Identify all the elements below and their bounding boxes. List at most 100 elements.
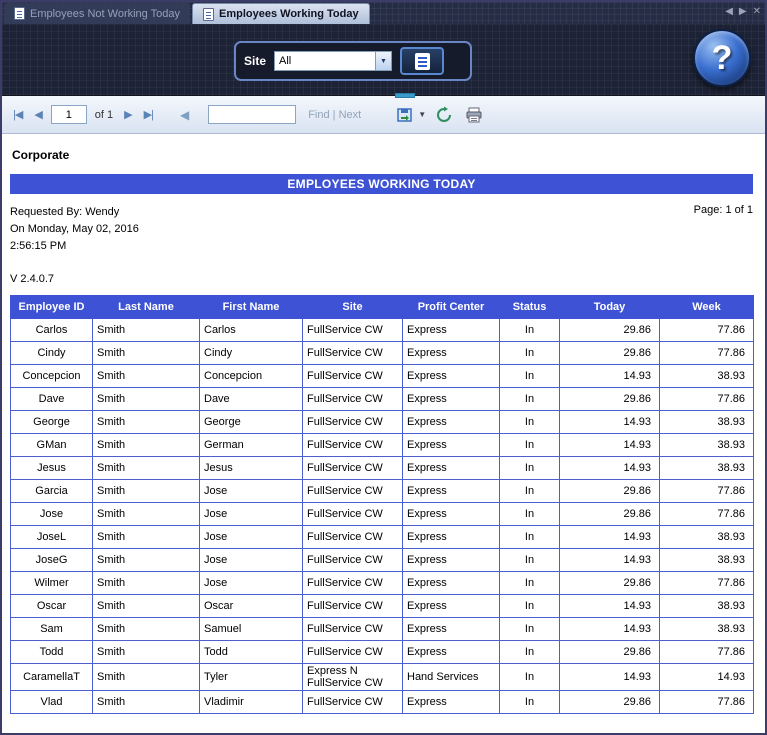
table-cell: 14.93 bbox=[560, 411, 660, 434]
table-cell: 38.93 bbox=[660, 434, 754, 457]
table-cell: FullService CW bbox=[303, 319, 403, 342]
table-cell: Express bbox=[403, 434, 500, 457]
export-icon[interactable] bbox=[393, 103, 417, 127]
table-cell: Smith bbox=[93, 595, 200, 618]
table-cell: In bbox=[500, 365, 560, 388]
table-cell: Smith bbox=[93, 411, 200, 434]
table-cell: In bbox=[500, 691, 560, 714]
table-cell: 14.93 bbox=[560, 595, 660, 618]
table-cell: Express bbox=[403, 595, 500, 618]
table-cell: Carlos bbox=[200, 319, 303, 342]
view-report-button[interactable] bbox=[400, 47, 444, 75]
table-cell: 29.86 bbox=[560, 388, 660, 411]
table-cell: Jesus bbox=[11, 457, 93, 480]
table-cell: Express bbox=[403, 526, 500, 549]
close-icon[interactable]: ✕ bbox=[753, 6, 761, 17]
table-column-header: Employee ID bbox=[11, 296, 93, 319]
table-cell: George bbox=[11, 411, 93, 434]
table-cell: Hand Services bbox=[403, 664, 500, 691]
page-number-input[interactable] bbox=[51, 105, 87, 124]
table-cell: 38.93 bbox=[660, 526, 754, 549]
tab-employees-working[interactable]: Employees Working Today bbox=[192, 3, 370, 24]
table-cell: Smith bbox=[93, 691, 200, 714]
report-meta: Requested By: Wendy On Monday, May 02, 2… bbox=[10, 204, 753, 255]
table-cell: 29.86 bbox=[560, 641, 660, 664]
table-cell: 77.86 bbox=[660, 691, 754, 714]
table-cell: Cindy bbox=[200, 342, 303, 365]
table-cell: Express bbox=[403, 549, 500, 572]
table-cell: Smith bbox=[93, 319, 200, 342]
report-meta-left: Requested By: Wendy On Monday, May 02, 2… bbox=[10, 204, 139, 255]
refresh-icon[interactable] bbox=[432, 103, 456, 127]
table-cell: Tyler bbox=[200, 664, 303, 691]
export-dropdown-caret-icon[interactable]: ▼ bbox=[418, 110, 426, 119]
table-column-header: Last Name bbox=[93, 296, 200, 319]
table-cell: Express NFullService CW bbox=[303, 664, 403, 691]
table-cell: 77.86 bbox=[660, 319, 754, 342]
table-cell: Jose bbox=[200, 503, 303, 526]
help-button[interactable]: ? bbox=[693, 29, 751, 87]
report-run-icon bbox=[415, 53, 430, 70]
table-cell: In bbox=[500, 388, 560, 411]
table-cell: Express bbox=[403, 319, 500, 342]
table-cell: FullService CW bbox=[303, 526, 403, 549]
table-row: DaveSmithDaveFullService CWExpressIn29.8… bbox=[11, 388, 754, 411]
table-cell: Jose bbox=[200, 480, 303, 503]
table-cell: Express bbox=[403, 641, 500, 664]
window-controls: ◀ ▶ ✕ bbox=[725, 6, 761, 17]
page-info: Page: 1 of 1 bbox=[694, 204, 753, 255]
table-cell: In bbox=[500, 411, 560, 434]
print-icon[interactable] bbox=[462, 103, 486, 127]
table-cell: Jesus bbox=[200, 457, 303, 480]
table-cell: Jose bbox=[200, 572, 303, 595]
last-page-button[interactable]: ▶| bbox=[141, 106, 156, 123]
table-column-header: Status bbox=[500, 296, 560, 319]
table-row: CindySmithCindyFullService CWExpressIn29… bbox=[11, 342, 754, 365]
table-column-header: First Name bbox=[200, 296, 303, 319]
scroll-tabs-right-icon[interactable]: ▶ bbox=[739, 6, 747, 17]
table-cell: 38.93 bbox=[660, 549, 754, 572]
table-cell: Smith bbox=[93, 434, 200, 457]
table-cell: Smith bbox=[93, 388, 200, 411]
chevron-down-icon: ▼ bbox=[375, 52, 391, 70]
first-page-button[interactable]: |◀ bbox=[10, 106, 25, 123]
table-cell: Cindy bbox=[11, 342, 93, 365]
report-viewer-toolbar: |◀ ◀ of 1 ▶ ▶| ◀ Find | Next ▼ bbox=[2, 96, 765, 134]
requested-by-line: Requested By: Wendy bbox=[10, 204, 139, 221]
table-cell: In bbox=[500, 664, 560, 691]
find-link[interactable]: Find bbox=[308, 109, 329, 121]
table-cell: In bbox=[500, 480, 560, 503]
table-row: JoseSmithJoseFullService CWExpressIn29.8… bbox=[11, 503, 754, 526]
back-to-parent-button[interactable]: ◀ bbox=[180, 108, 188, 122]
table-column-header: Week bbox=[660, 296, 754, 319]
table-cell: Vlad bbox=[11, 691, 93, 714]
table-cell: German bbox=[200, 434, 303, 457]
table-cell: Vladimir bbox=[200, 691, 303, 714]
table-cell: FullService CW bbox=[303, 572, 403, 595]
table-row: ToddSmithToddFullService CWExpressIn29.8… bbox=[11, 641, 754, 664]
table-cell: Smith bbox=[93, 503, 200, 526]
table-cell: In bbox=[500, 641, 560, 664]
table-cell: FullService CW bbox=[303, 641, 403, 664]
table-header-row: Employee IDLast NameFirst NameSiteProfit… bbox=[11, 296, 754, 319]
tab-employees-not-working[interactable]: Employees Not Working Today bbox=[4, 3, 190, 24]
table-body: CarlosSmithCarlosFullService CWExpressIn… bbox=[11, 319, 754, 714]
find-text-input[interactable] bbox=[208, 105, 296, 124]
table-cell: 29.86 bbox=[560, 503, 660, 526]
site-select[interactable]: All ▼ bbox=[274, 51, 392, 71]
next-link[interactable]: Next bbox=[339, 109, 362, 121]
table-cell: Smith bbox=[93, 480, 200, 503]
next-page-button[interactable]: ▶ bbox=[121, 106, 134, 123]
table-cell: Garcia bbox=[11, 480, 93, 503]
table-cell: 29.86 bbox=[560, 691, 660, 714]
table-cell: Smith bbox=[93, 572, 200, 595]
table-cell: 38.93 bbox=[660, 457, 754, 480]
scroll-tabs-left-icon[interactable]: ◀ bbox=[725, 6, 733, 17]
previous-page-button[interactable]: ◀ bbox=[31, 106, 44, 123]
table-cell: FullService CW bbox=[303, 457, 403, 480]
table-cell: FullService CW bbox=[303, 549, 403, 572]
table-cell: 14.93 bbox=[660, 664, 754, 691]
table-cell: Dave bbox=[200, 388, 303, 411]
site-panel: Site All ▼ bbox=[234, 41, 472, 81]
report-icon bbox=[14, 7, 25, 20]
